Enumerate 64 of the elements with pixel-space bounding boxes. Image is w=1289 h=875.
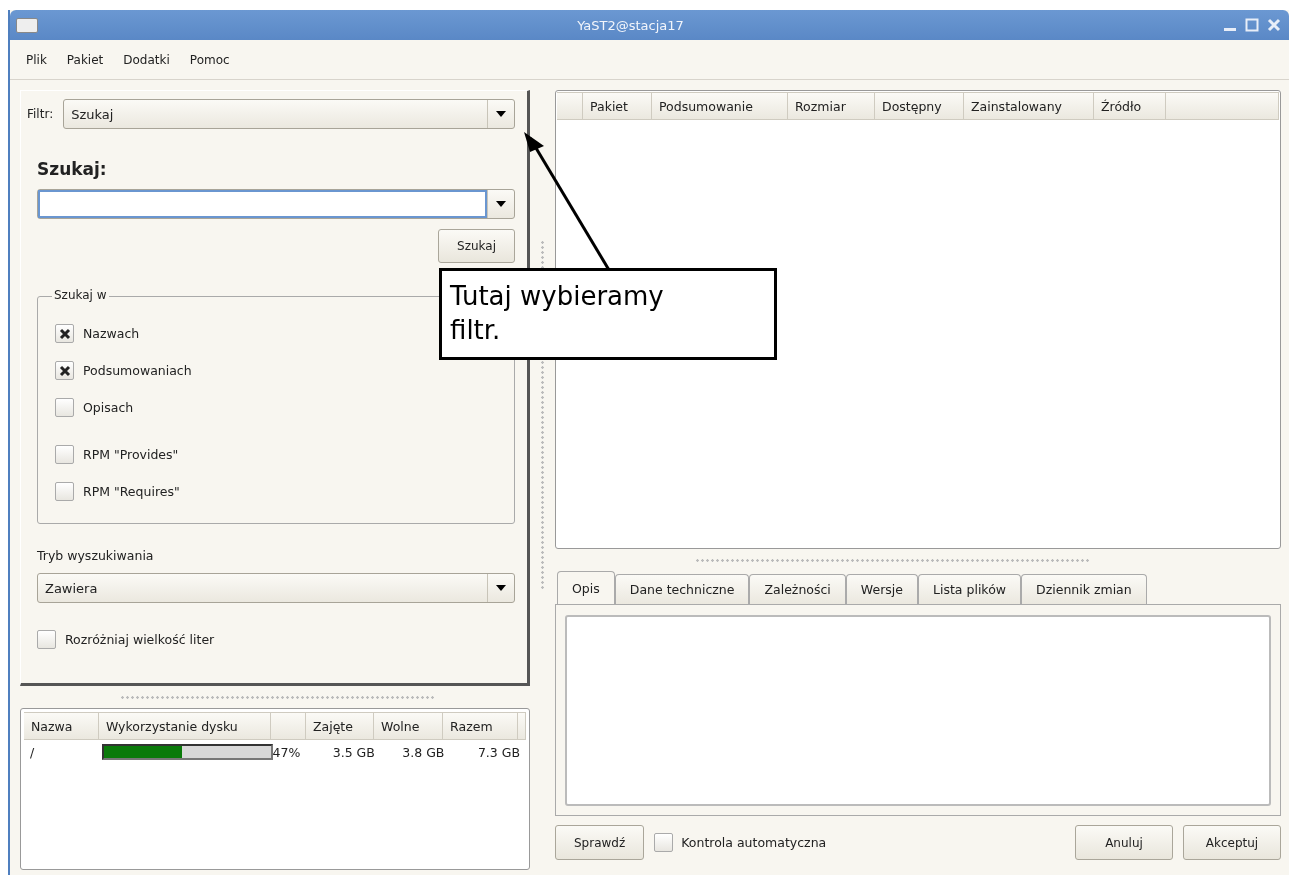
- checkbox[interactable]: [55, 445, 74, 464]
- column-header[interactable]: Wolne: [374, 712, 444, 740]
- checkbox[interactable]: [55, 398, 74, 417]
- window-title: YaST2@stacja17: [576, 17, 685, 33]
- search-mode-dropdown[interactable]: Zawiera: [37, 573, 515, 603]
- checkbox-label: Nazwach: [83, 326, 140, 341]
- filter-label: Filtr:: [27, 107, 54, 121]
- table-cell-text: 3.5 GB: [331, 744, 376, 760]
- caret-icon: [496, 201, 506, 207]
- checkbox[interactable]: [37, 630, 56, 649]
- close-icon[interactable]: [1267, 18, 1281, 32]
- column-header[interactable]: Zainstalowany: [964, 92, 1094, 120]
- table-cell-text: 47%: [272, 744, 302, 760]
- checkbox-label: RPM "Provides": [83, 447, 179, 462]
- column-header[interactable]: Rozmiar: [788, 92, 875, 120]
- column-header[interactable]: [271, 712, 306, 740]
- column-header[interactable]: Źródło: [1094, 92, 1166, 120]
- checkbox[interactable]: [55, 324, 74, 343]
- tab[interactable]: Zależności: [749, 574, 846, 604]
- accept-button[interactable]: Akceptuj: [1183, 825, 1281, 860]
- column-header[interactable]: Podsumowanie: [652, 92, 788, 120]
- menu-item[interactable]: Dodatki: [117, 48, 176, 71]
- menu-item[interactable]: Plik: [20, 48, 53, 71]
- checkbox-label: Opisach: [83, 400, 134, 415]
- callout-text: Tutaj wybieramy filtr.: [439, 268, 777, 360]
- checkbox-label: Rozróżniaj wielkość liter: [65, 632, 215, 647]
- table-cell-text: 3.8 GB: [401, 744, 446, 760]
- caret-icon: [496, 111, 506, 117]
- column-header[interactable]: [557, 92, 583, 120]
- search-heading: Szukaj:: [37, 159, 108, 179]
- menu-item[interactable]: Pakiet: [60, 48, 110, 71]
- tab[interactable]: Wersje: [845, 574, 918, 604]
- tab[interactable]: Lista plików: [918, 574, 1022, 604]
- checkbox-label: RPM "Requires": [83, 484, 180, 499]
- search-field[interactable]: [37, 189, 515, 219]
- column-header[interactable]: Wykorzystanie dysku: [98, 712, 272, 740]
- column-header[interactable]: Nazwa: [24, 712, 99, 740]
- window-icon: [16, 17, 38, 33]
- column-header[interactable]: Razem: [443, 712, 518, 740]
- search-mode-label: Tryb wyszukiwania: [37, 548, 155, 563]
- menu-item[interactable]: Pomoc: [183, 48, 236, 71]
- check-icon: [57, 363, 72, 378]
- caret-icon: [496, 585, 506, 591]
- check-button[interactable]: Sprawdź: [555, 825, 645, 860]
- tab[interactable]: Dziennik zmian: [1021, 574, 1147, 604]
- tab[interactable]: Dane techniczne: [614, 574, 750, 604]
- checkbox[interactable]: [55, 482, 74, 501]
- column-header[interactable]: Pakiet: [583, 92, 652, 120]
- checkbox[interactable]: [654, 833, 674, 852]
- search-button[interactable]: Szukaj: [438, 229, 515, 263]
- table-cell-text: 7.3 GB: [476, 744, 521, 760]
- cancel-button[interactable]: Anuluj: [1075, 825, 1173, 860]
- column-header[interactable]: Zajęte: [305, 712, 374, 740]
- check-icon: [57, 326, 72, 341]
- tab[interactable]: Opis: [557, 571, 615, 604]
- maximize-icon[interactable]: [1245, 18, 1259, 32]
- table-cell-text: /: [29, 744, 36, 760]
- group-title: Szukaj w: [52, 288, 109, 302]
- column-header: [518, 712, 526, 740]
- filter-dropdown[interactable]: Szukaj: [63, 99, 515, 129]
- checkbox-label: Podsumowaniach: [83, 363, 192, 378]
- checkbox-label: Kontrola automatyczna: [681, 835, 827, 850]
- column-header[interactable]: Dostępny: [875, 92, 964, 120]
- checkbox[interactable]: [55, 361, 74, 380]
